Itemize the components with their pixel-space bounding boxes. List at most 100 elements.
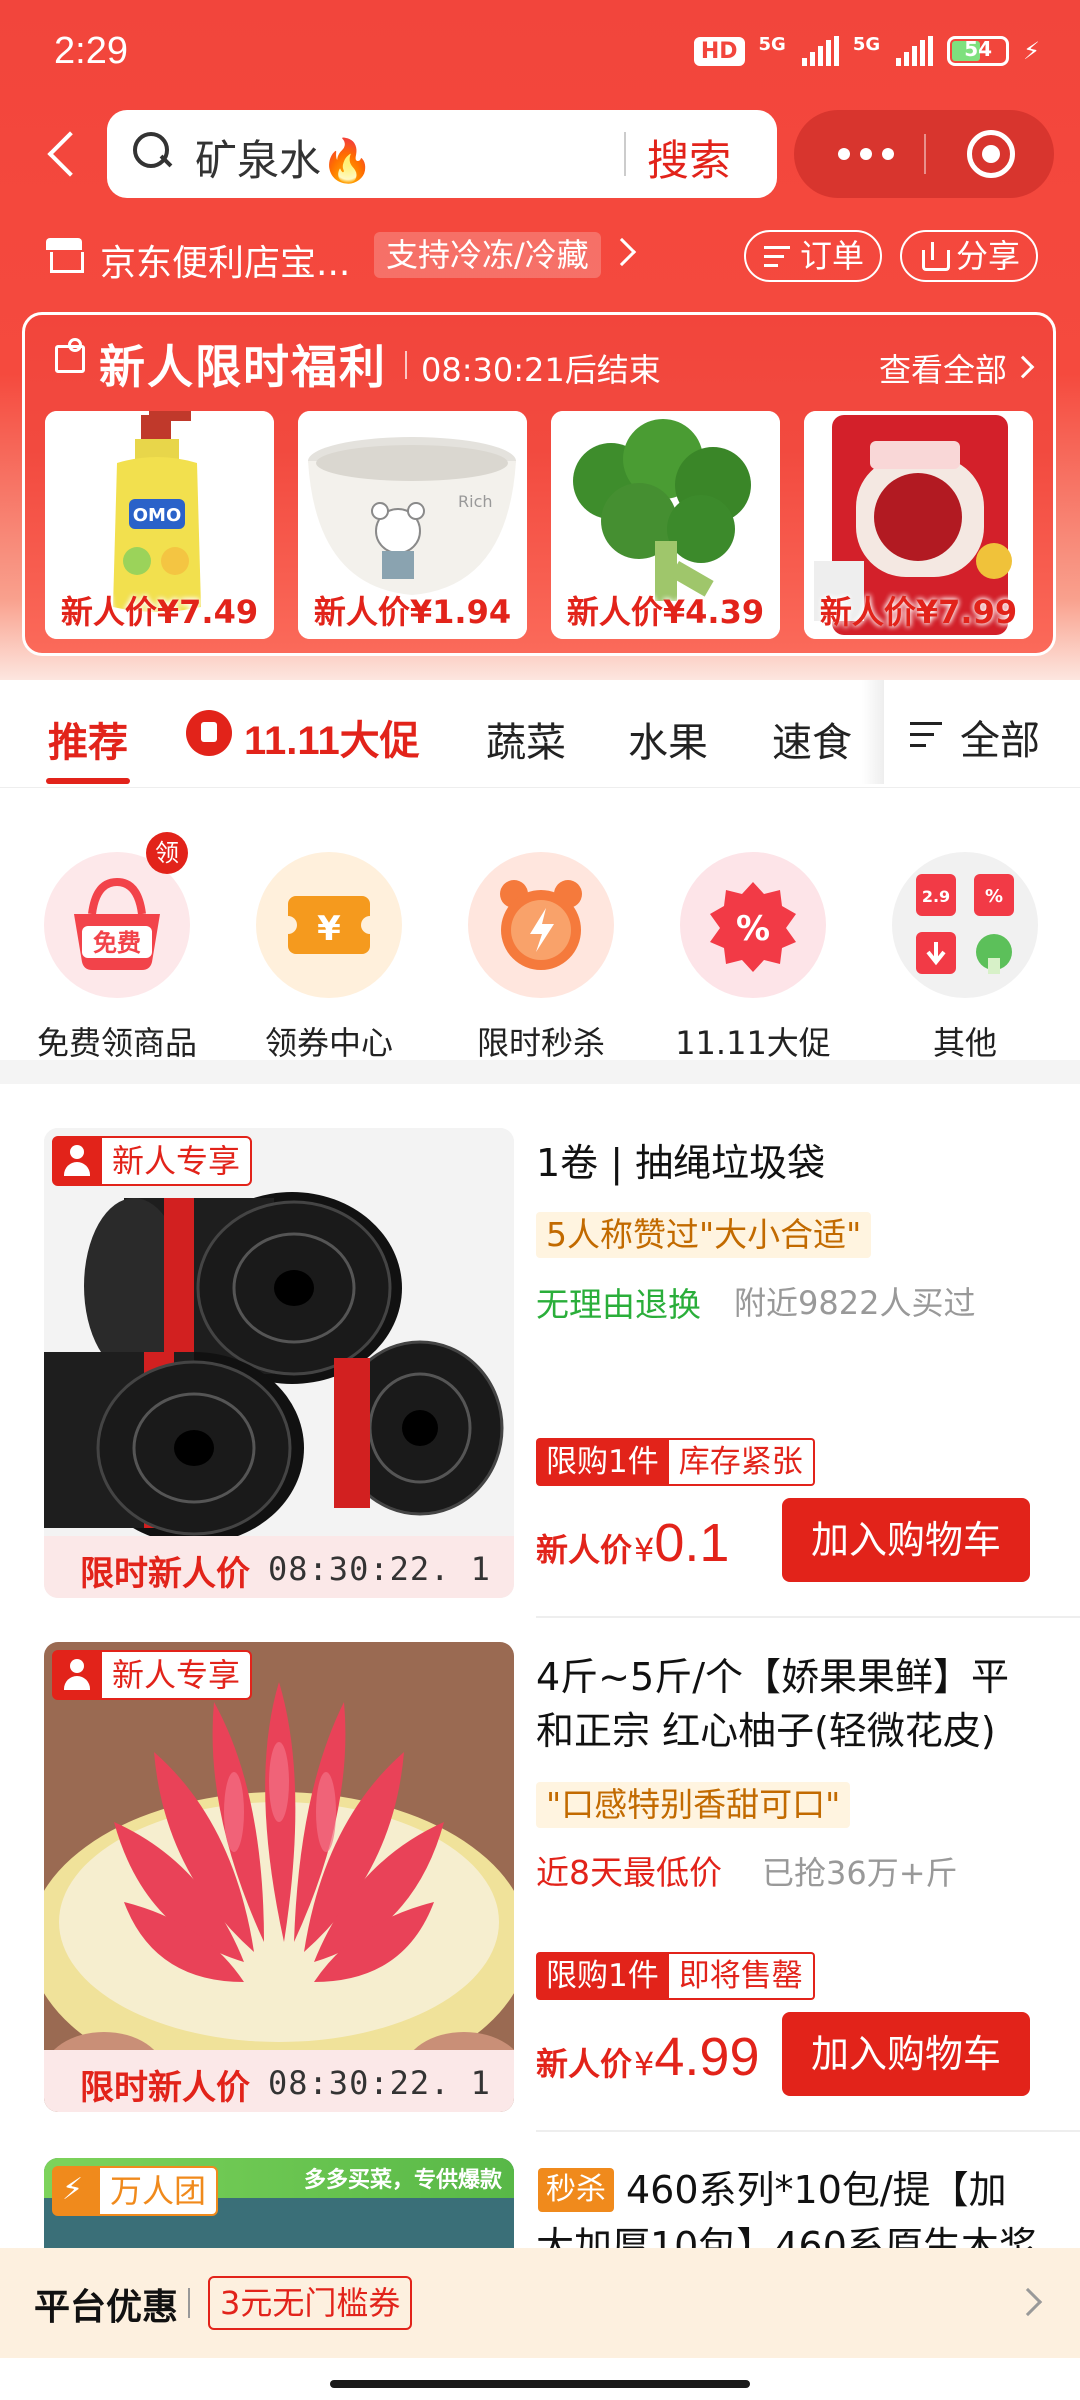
quick-entry-flash-sale[interactable]: 限时秒杀 [436, 820, 646, 1062]
promo-item[interactable]: 新人价¥4.39 [551, 411, 780, 639]
image-band-text: 多多买菜，专供爆款 [304, 2168, 503, 2193]
nav-row: 矿泉水🔥 搜索 [0, 108, 1080, 198]
gift-icon [55, 338, 85, 373]
promo-item[interactable]: OMO 新人价¥7.49 [45, 411, 274, 639]
product-image[interactable]: 新人专享 限时新人价 08:30:22. 1 [44, 1128, 514, 1598]
header-area: 2:29 HD 5G 5G 54 ⚡ 矿泉水🔥 搜索 京东便利店宝... 支持冷… [0, 0, 1080, 680]
promo-item-price: 新人价¥1.94 [313, 593, 512, 631]
add-to-cart-button[interactable]: 加入购物车 [782, 1498, 1030, 1582]
quick-entry-label: 11.11大促 [675, 1024, 831, 1062]
trash-bag-rolls-image [44, 1128, 514, 1598]
user-icon [54, 1138, 102, 1184]
store-icon [46, 238, 84, 273]
tab-fruits[interactable]: 水果 [628, 710, 708, 768]
network-type-2: 5G [852, 34, 881, 55]
product-title[interactable]: 460系列*10包/提【加 [626, 2162, 1046, 2218]
product-card[interactable]: 新人专享 限时新人价 08:30:22. 1 1卷 | 抽绳垃圾袋 5人称赞过"… [0, 1128, 1080, 1644]
stock-tag: 库存紧张 [668, 1438, 815, 1486]
promo-item[interactable]: 新人价¥7.99 [804, 411, 1033, 639]
other-grid-icon: 2.9 % [892, 852, 1038, 998]
price-row: 新人价¥0.1 [536, 1513, 730, 1573]
lowest-price-tag: 近8天最低价 [536, 1853, 722, 1892]
battery-level: 54 [964, 37, 993, 61]
banner-countdown: 08:30:22. 1 [268, 2064, 491, 2102]
status-time: 2:29 [54, 30, 128, 72]
banner-countdown: 08:30:22. 1 [268, 1550, 491, 1588]
lightning-icon [54, 2168, 100, 2214]
flash-sale-badge: 秒杀 [538, 2168, 614, 2212]
quick-entry-1111[interactable]: % 11.11大促 [648, 820, 858, 1062]
signal-icon-2 [896, 36, 934, 66]
store-tag: 支持冷冻/冷藏 [374, 232, 601, 278]
limit-tag: 限购1件 [536, 1438, 669, 1486]
quick-entries: 免费 领 免费领商品 ¥ 领券中心 限时秒杀 % 11.11大促 2.9 % 其… [0, 788, 1080, 1062]
purchase-limit-tags: 限购1件 库存紧张 [536, 1438, 815, 1486]
quick-entry-label: 其他 [932, 1024, 997, 1062]
return-policy-tag: 无理由退换 [536, 1285, 701, 1324]
promo-item-price: 新人价¥7.49 [60, 593, 259, 631]
category-tabs: 推荐 11.11大促 蔬菜 水果 速食 全部 [0, 680, 1080, 788]
quick-entry-coupon-center[interactable]: ¥ 领券中心 [224, 820, 434, 1062]
list-filter-icon [910, 722, 944, 748]
chevron-right-icon[interactable] [1011, 355, 1035, 379]
list-icon [764, 244, 792, 268]
newcomer-exclusive-tag: 新人专享 [52, 1136, 253, 1186]
close-mini-program-icon[interactable] [967, 130, 1015, 178]
section-separator [0, 1060, 1080, 1084]
quick-entry-label: 领券中心 [264, 1024, 393, 1062]
pomelo-image [44, 1642, 514, 2112]
tab-recommend[interactable]: 推荐 [48, 710, 128, 768]
promo-item[interactable]: Rich 新人价¥1.94 [298, 411, 527, 639]
svg-text:2.9: 2.9 [922, 887, 950, 906]
promo-title: 新人限时福利 [99, 340, 387, 394]
promo-item-price: 新人价¥4.39 [566, 593, 765, 631]
add-to-cart-button[interactable]: 加入购物车 [782, 2012, 1030, 2096]
price-value: 4.99 [654, 2027, 760, 2087]
tab-fast-food[interactable]: 速食 [772, 710, 852, 768]
orders-button[interactable]: 订单 [744, 230, 882, 282]
back-arrow-icon[interactable] [38, 124, 88, 184]
home-indicator[interactable] [330, 2380, 750, 2388]
more-icon[interactable] [830, 110, 930, 198]
price-value: 0.1 [654, 1513, 730, 1573]
svg-text:OMO: OMO [133, 505, 182, 526]
product-title[interactable]: 1卷 | 抽绳垃圾袋 [536, 1136, 1046, 1190]
coupon-tag[interactable]: 3元无门槛券 [208, 2276, 413, 2330]
view-all-link[interactable]: 查看全部 [879, 345, 1007, 391]
search-input[interactable]: 矿泉水🔥 [195, 127, 373, 188]
limited-time-banner: 限时新人价 08:30:22. 1 [44, 2050, 514, 2112]
product-card[interactable]: 多多买菜，专供爆款 万人团 秒杀 460系列*10包/提【加 大加厚10包】46… [0, 2150, 1080, 2250]
svg-text:Rich: Rich [458, 492, 493, 511]
review-tag: 5人称赞过"大小合适" [536, 1212, 872, 1258]
quick-entry-other[interactable]: 2.9 % 其他 [860, 820, 1070, 1062]
product-title-line2[interactable]: 大加厚10包】460系原生木浆 [536, 2218, 1046, 2250]
search-button[interactable]: 搜索 [647, 127, 731, 188]
chevron-right-icon[interactable] [1013, 2287, 1043, 2317]
tab-all[interactable]: 全部 [904, 708, 1040, 766]
product-title[interactable]: 4斤~5斤/个【娇果果鲜】平和正宗 红心柚子(轻微花皮) [536, 1650, 1046, 1758]
product-image[interactable]: 新人专享 限时新人价 08:30:22. 1 [44, 1642, 514, 2112]
quick-entry-free-goods[interactable]: 免费 领 免费领商品 [12, 820, 222, 1062]
newcomer-promo-card: 新人限时福利 08:30:21后结束 查看全部 OMO 新人价¥7.49 Ric… [22, 312, 1056, 656]
newcomer-exclusive-tag: 新人专享 [52, 1650, 253, 1700]
tab-vegetables[interactable]: 蔬菜 [486, 710, 566, 768]
network-type-1: 5G [758, 34, 786, 55]
product-image[interactable]: 多多买菜，专供爆款 万人团 [44, 2158, 514, 2250]
platform-coupon-bar[interactable]: 平台优惠 3元无门槛券 [0, 2248, 1080, 2358]
mini-program-capsule [794, 110, 1054, 198]
store-name[interactable]: 京东便利店宝... [100, 234, 350, 286]
product-card[interactable]: 新人专享 限时新人价 08:30:22. 1 4斤~5斤/个【娇果果鲜】平和正宗… [0, 1642, 1080, 2158]
store-row: 京东便利店宝... 支持冷冻/冷藏 订单 分享 [0, 226, 1080, 288]
price-row: 新人价¥4.99 [536, 2027, 760, 2087]
chevron-right-icon[interactable] [607, 237, 637, 267]
charging-icon: ⚡ [1023, 37, 1040, 65]
purchase-limit-tags: 限购1件 即将售罄 [536, 1952, 815, 2000]
svg-text:免费: 免费 [93, 929, 141, 957]
svg-text:¥: ¥ [317, 909, 341, 949]
search-box[interactable]: 矿泉水🔥 搜索 [107, 110, 777, 198]
share-button[interactable]: 分享 [900, 230, 1038, 282]
active-tab-indicator [46, 778, 130, 784]
group-buy-tag: 万人团 [52, 2166, 219, 2216]
promo-items: OMO 新人价¥7.49 Rich 新人价¥1.94 新人价¥4.39 新人价¥… [45, 411, 1045, 641]
search-icon [133, 132, 173, 172]
